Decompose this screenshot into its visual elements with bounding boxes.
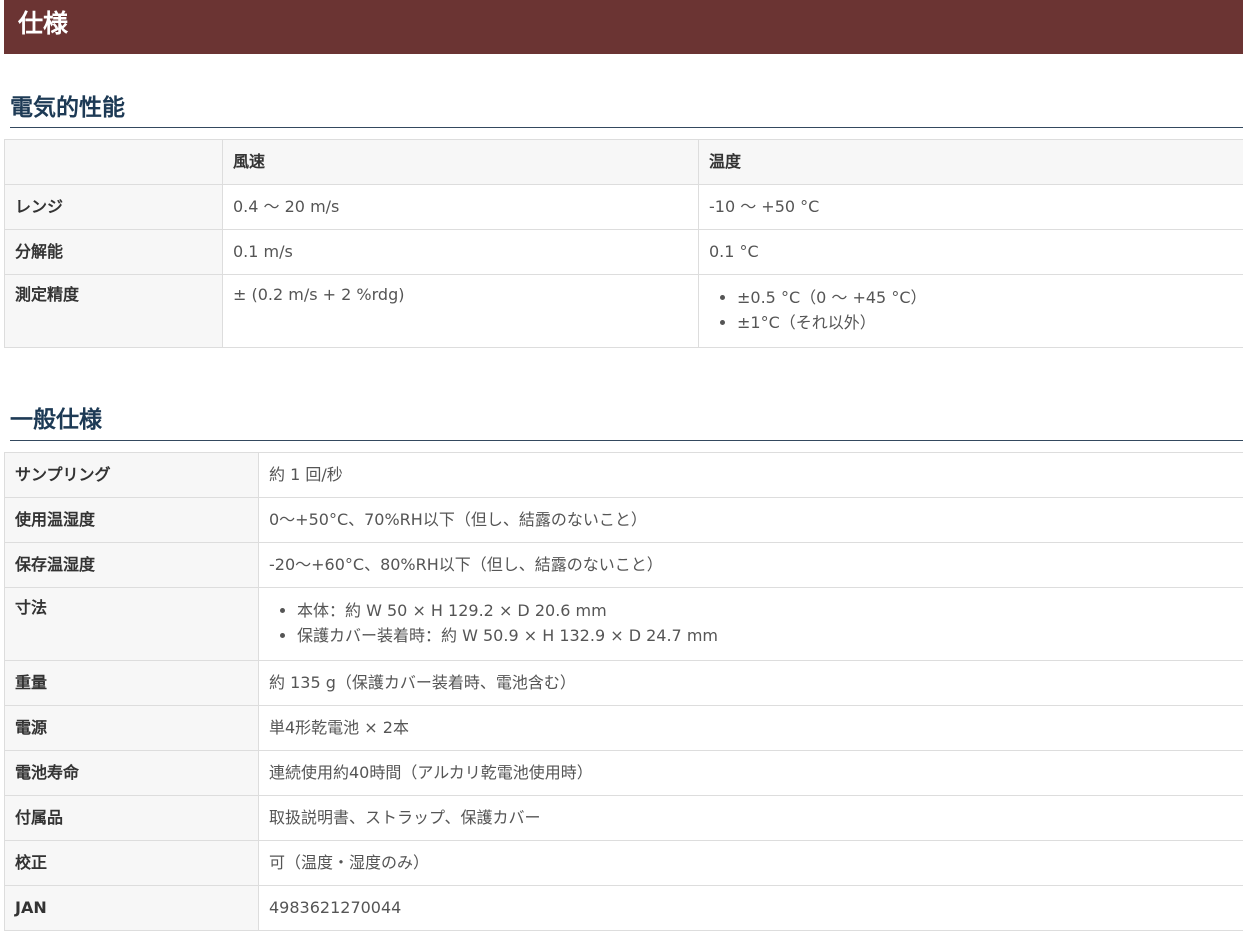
table-row: 寸法 本体：約 W 50 × H 129.2 × D 20.6 mm 保護カバー… bbox=[4, 587, 1243, 661]
table-row: 電源 単4形乾電池 × 2本 bbox=[4, 705, 1243, 751]
row-value: 4983621270044 bbox=[258, 885, 1243, 931]
row-value: 約 135 g（保護カバー装着時、電池含む） bbox=[258, 660, 1243, 706]
wind-value: ± (0.2 m/s + 2 %rdg) bbox=[222, 274, 699, 348]
table-row: 使用温湿度 0～+50°C、70%RH以下（但し、結露のないこと） bbox=[4, 497, 1243, 543]
row-value-list: 本体：約 W 50 × H 129.2 × D 20.6 mm 保護カバー装着時… bbox=[258, 587, 1243, 661]
table-row: 測定精度 ± (0.2 m/s + 2 %rdg) ±0.5 °C（0 ～ +4… bbox=[4, 274, 1243, 348]
list-item: ±0.5 °C（0 ～ +45 °C） bbox=[737, 285, 1233, 310]
temp-value: -10 ～ +50 °C bbox=[698, 184, 1243, 230]
row-label: 分解能 bbox=[4, 229, 223, 275]
list-item: 保護カバー装着時：約 W 50.9 × H 132.9 × D 24.7 mm bbox=[297, 623, 1233, 648]
table-row: 分解能 0.1 m/s 0.1 °C bbox=[4, 229, 1243, 275]
row-value: 可（温度・湿度のみ） bbox=[258, 840, 1243, 886]
list-item: ±1°C（それ以外） bbox=[737, 310, 1233, 335]
row-label: 寸法 bbox=[4, 587, 259, 661]
table-row: サンプリング 約 1 回/秒 bbox=[4, 452, 1243, 498]
row-value: 連続使用約40時間（アルカリ乾電池使用時） bbox=[258, 750, 1243, 796]
table-header-row: 風速 温度 bbox=[4, 139, 1243, 185]
general-spec-table: サンプリング 約 1 回/秒 使用温湿度 0～+50°C、70%RH以下（但し、… bbox=[4, 452, 1243, 931]
row-label: 重量 bbox=[4, 660, 259, 706]
section-title-general: 一般仕様 bbox=[10, 407, 102, 433]
list-item: 本体：約 W 50 × H 129.2 × D 20.6 mm bbox=[297, 598, 1233, 623]
row-label: 電池寿命 bbox=[4, 750, 259, 796]
row-value: 取扱説明書、ストラップ、保護カバー bbox=[258, 795, 1243, 841]
row-label: 電源 bbox=[4, 705, 259, 751]
temp-value-list: ±0.5 °C（0 ～ +45 °C） ±1°C（それ以外） bbox=[698, 274, 1243, 348]
row-value: -20～+60°C、80%RH以下（但し、結露のないこと） bbox=[258, 542, 1243, 588]
electrical-spec-table: 風速 温度 レンジ 0.4 ～ 20 m/s -10 ～ +50 °C 分解能 … bbox=[4, 139, 1243, 348]
row-label: レンジ bbox=[4, 184, 223, 230]
row-value: 単4形乾電池 × 2本 bbox=[258, 705, 1243, 751]
temp-value: 0.1 °C bbox=[698, 229, 1243, 275]
row-label: 測定精度 bbox=[4, 274, 223, 348]
table-row: 付属品 取扱説明書、ストラップ、保護カバー bbox=[4, 795, 1243, 841]
row-label: 保存温湿度 bbox=[4, 542, 259, 588]
wind-value: 0.4 ～ 20 m/s bbox=[222, 184, 699, 230]
row-label: 校正 bbox=[4, 840, 259, 886]
table-row: 校正 可（温度・湿度のみ） bbox=[4, 840, 1243, 886]
row-value: 約 1 回/秒 bbox=[258, 452, 1243, 498]
header-cell-temp: 温度 bbox=[698, 139, 1243, 185]
row-label: 使用温湿度 bbox=[4, 497, 259, 543]
row-label: サンプリング bbox=[4, 452, 259, 498]
table-row: 電池寿命 連続使用約40時間（アルカリ乾電池使用時） bbox=[4, 750, 1243, 796]
row-label: JAN bbox=[4, 885, 259, 931]
row-value: 0～+50°C、70%RH以下（但し、結露のないこと） bbox=[258, 497, 1243, 543]
table-row: 保存温湿度 -20～+60°C、80%RH以下（但し、結露のないこと） bbox=[4, 542, 1243, 588]
header-cell-wind: 風速 bbox=[222, 139, 699, 185]
table-row: レンジ 0.4 ～ 20 m/s -10 ～ +50 °C bbox=[4, 184, 1243, 230]
section-title-electrical: 電気的性能 bbox=[10, 95, 125, 121]
row-label: 付属品 bbox=[4, 795, 259, 841]
header-cell-empty bbox=[4, 139, 223, 185]
section-divider bbox=[10, 440, 1243, 441]
page-title: 仕様 bbox=[4, 0, 1243, 54]
section-divider bbox=[10, 127, 1243, 128]
table-row: 重量 約 135 g（保護カバー装着時、電池含む） bbox=[4, 660, 1243, 706]
wind-value: 0.1 m/s bbox=[222, 229, 699, 275]
spec-page: 仕様 電気的性能 風速 温度 レンジ 0.4 ～ 20 m/s -10 ～ +5… bbox=[0, 0, 1243, 933]
table-row: JAN 4983621270044 bbox=[4, 885, 1243, 931]
